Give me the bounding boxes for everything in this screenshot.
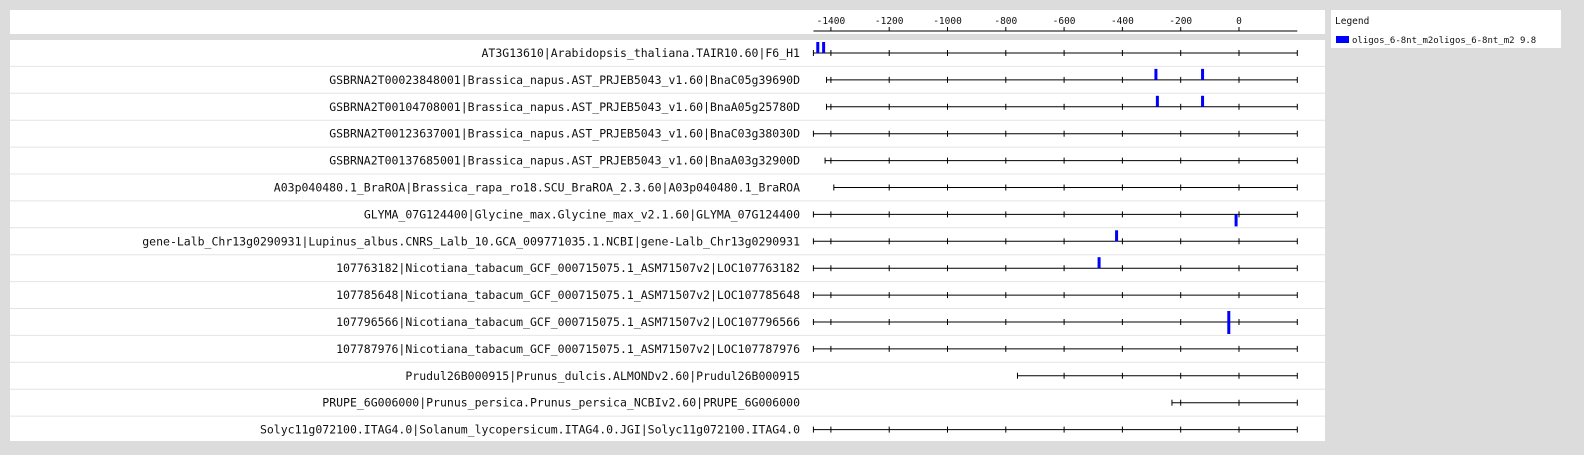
legend: Legend oligos_6-8nt_m2oligos_6-8nt_m2 9.… xyxy=(1335,16,1536,46)
track-label: 107787976|Nicotiana_tabacum_GCF_00071507… xyxy=(336,342,800,356)
legend-title: Legend xyxy=(1335,16,1369,27)
x-axis: -1400 -1200 -1000 -800 -600 -400 -200 0 xyxy=(813,16,1298,32)
axis-tick-label: -600 xyxy=(1053,16,1076,27)
track-label: 107763182|Nicotiana_tabacum_GCF_00071507… xyxy=(336,261,800,275)
motif-mark xyxy=(1155,95,1159,107)
track-label: A03p040480.1_BraROA|Brassica_rapa_ro18.S… xyxy=(274,181,800,195)
motif-mark xyxy=(1201,95,1205,107)
track-label: Solyc11g072100.ITAG4.0|Solanum_lycopersi… xyxy=(260,423,800,437)
motif-diagram: -1400 -1200 -1000 -800 -600 -400 -200 0 AT3G136… xyxy=(10,16,1536,437)
axis-tick-label: -1200 xyxy=(875,16,904,27)
track-row: GSBRNA2T00104708001|Brassica_napus.AST_P… xyxy=(10,92,1325,114)
motif-mark xyxy=(1227,311,1231,334)
track-row: Solyc11g072100.ITAG4.0|Solanum_lycopersi… xyxy=(10,415,1325,437)
track-label: 107785648|Nicotiana_tabacum_GCF_00071507… xyxy=(336,288,800,302)
track-label: GSBRNA2T00023848001|Brassica_napus.AST_P… xyxy=(329,73,800,87)
legend-swatch xyxy=(1336,36,1349,43)
axis-tick-label: -400 xyxy=(1111,16,1134,27)
track-row: 107763182|Nicotiana_tabacum_GCF_00071507… xyxy=(10,254,1325,275)
track-row: GLYMA_07G124400|Glycine_max.Glycine_max_… xyxy=(10,200,1325,227)
track-row: GSBRNA2T00123637001|Brassica_napus.AST_P… xyxy=(10,119,1325,141)
track-row: GSBRNA2T00023848001|Brassica_napus.AST_P… xyxy=(10,65,1325,87)
track-row: gene-Lalb_Chr13g0290931|Lupinus_albus.CN… xyxy=(10,227,1325,248)
tracks: AT3G13610|Arabidopsis_thaliana.TAIR10.60… xyxy=(10,42,1325,437)
motif-mark xyxy=(1154,68,1158,80)
track-label: PRUPE_6G006000|Prunus_persica.Prunus_per… xyxy=(322,396,800,410)
track-row: 107796566|Nicotiana_tabacum_GCF_00071507… xyxy=(10,308,1325,334)
track-row: A03p040480.1_BraROA|Brassica_rapa_ro18.S… xyxy=(10,173,1325,195)
motif-mark xyxy=(1097,257,1101,269)
track-label: GSBRNA2T00137685001|Brassica_napus.AST_P… xyxy=(329,154,800,168)
axis-tick-label: -800 xyxy=(994,16,1017,27)
axis-tick-label: 0 xyxy=(1236,16,1242,27)
track-label: GLYMA_07G124400|Glycine_max.Glycine_max_… xyxy=(364,207,800,221)
track-row: 107787976|Nicotiana_tabacum_GCF_00071507… xyxy=(10,334,1325,356)
motif-mark xyxy=(1115,230,1119,242)
axis-tick-label: -1000 xyxy=(933,16,962,27)
track-label: AT3G13610|Arabidopsis_thaliana.TAIR10.60… xyxy=(482,46,801,60)
track-label: Prudul26B000915|Prunus_dulcis.ALMONDv2.6… xyxy=(405,369,800,383)
track-label: 107796566|Nicotiana_tabacum_GCF_00071507… xyxy=(336,315,800,329)
track-row: GSBRNA2T00137685001|Brassica_napus.AST_P… xyxy=(10,146,1325,168)
track-label: gene-Lalb_Chr13g0290931|Lupinus_albus.CN… xyxy=(142,234,800,248)
track-row: PRUPE_6G006000|Prunus_persica.Prunus_per… xyxy=(10,388,1325,410)
track-label: GSBRNA2T00123637001|Brassica_napus.AST_P… xyxy=(329,127,800,141)
track-row: 107785648|Nicotiana_tabacum_GCF_00071507… xyxy=(10,281,1325,302)
motif-mark xyxy=(816,42,820,53)
motif-mark xyxy=(822,42,826,53)
track-row: AT3G13610|Arabidopsis_thaliana.TAIR10.60… xyxy=(482,42,1298,60)
motif-mark xyxy=(1234,214,1238,227)
track-row: Prudul26B000915|Prunus_dulcis.ALMONDv2.6… xyxy=(10,361,1325,383)
legend-entry-label: oligos_6-8nt_m2oligos_6-8nt_m2 9.8 xyxy=(1352,36,1536,46)
axis-tick-label: -200 xyxy=(1169,16,1192,27)
motif-mark xyxy=(1201,68,1205,80)
track-label: GSBRNA2T00104708001|Brassica_napus.AST_P… xyxy=(329,100,800,114)
axis-tick-label: -1400 xyxy=(817,16,846,27)
